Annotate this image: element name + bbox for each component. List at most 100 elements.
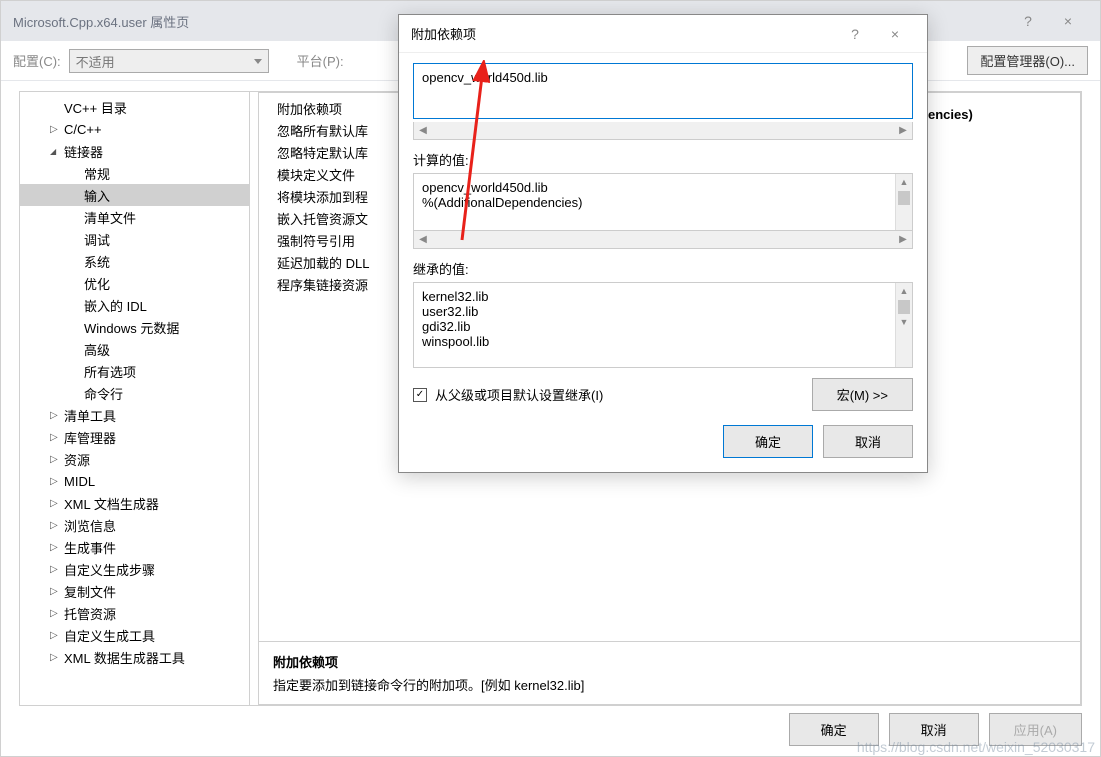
tree-arrow-icon[interactable] bbox=[50, 652, 62, 663]
tree-item[interactable]: 命令行 bbox=[20, 382, 249, 404]
modal-titlebar: 附加依赖项 ? × bbox=[399, 15, 927, 53]
truncated-text-peek: encies) bbox=[928, 107, 973, 122]
tree-item-label: 调试 bbox=[84, 230, 110, 249]
description-box: 附加依赖项 指定要添加到链接命令行的附加项。[例如 kernel32.lib] bbox=[259, 641, 1080, 704]
tree-arrow-icon[interactable] bbox=[50, 432, 62, 443]
vscroll-icon[interactable]: ▲ bbox=[895, 174, 912, 230]
tree-item[interactable]: 浏览信息 bbox=[20, 514, 249, 536]
parent-close-button[interactable]: × bbox=[1048, 1, 1088, 41]
tree-item[interactable]: 输入 bbox=[20, 184, 249, 206]
tree-item-label: Windows 元数据 bbox=[84, 318, 179, 337]
tree-item[interactable]: 清单文件 bbox=[20, 206, 249, 228]
tree-item[interactable]: 托管资源 bbox=[20, 602, 249, 624]
modal-cancel-button[interactable]: 取消 bbox=[823, 425, 913, 458]
tree-item-label: VC++ 目录 bbox=[64, 98, 127, 117]
additional-deps-dialog: 附加依赖项 ? × ◀▶ 计算的值: opencv_world450d.lib%… bbox=[398, 14, 928, 473]
inherit-checkbox[interactable]: ✓ bbox=[413, 388, 427, 402]
horiz-scrollbar-2[interactable]: ◀▶ bbox=[413, 231, 913, 249]
tree-item[interactable]: 链接器 bbox=[20, 140, 249, 162]
parent-title: Microsoft.Cpp.x64.user 属性页 bbox=[13, 12, 189, 31]
tree-arrow-icon[interactable] bbox=[50, 454, 62, 465]
tree-item-label: 系统 bbox=[84, 252, 110, 271]
tree-arrow-icon[interactable] bbox=[50, 410, 62, 421]
computed-line: %(AdditionalDependencies) bbox=[422, 195, 904, 210]
tree-item-label: 托管资源 bbox=[64, 604, 116, 623]
tree-item-label: 命令行 bbox=[84, 384, 123, 403]
tree-panel[interactable]: VC++ 目录 C/C++ 链接器常规输入清单文件调试系统优化嵌入的 IDL Wind… bbox=[20, 92, 250, 705]
tree-item[interactable]: 资源 bbox=[20, 448, 249, 470]
inherited-line: winspool.lib bbox=[422, 334, 904, 349]
tree-arrow-icon[interactable] bbox=[50, 630, 62, 641]
tree-item[interactable]: 常规 bbox=[20, 162, 249, 184]
tree-arrow-icon[interactable] bbox=[50, 498, 62, 509]
tree-arrow-icon[interactable] bbox=[50, 520, 62, 531]
inherited-line: gdi32.lib bbox=[422, 319, 904, 334]
tree-item-label: 常规 bbox=[84, 164, 110, 183]
tree-item[interactable]: 所有选项 bbox=[20, 360, 249, 382]
modal-body: ◀▶ 计算的值: opencv_world450d.lib%(Additiona… bbox=[399, 53, 927, 472]
tree-item-label: XML 文档生成器 bbox=[64, 494, 159, 513]
desc-title: 附加依赖项 bbox=[273, 652, 1066, 671]
tree-item-label: 资源 bbox=[64, 450, 90, 469]
watermark: https://blog.csdn.net/weixin_52030317 bbox=[857, 739, 1095, 755]
tree-item-label: C/C++ bbox=[64, 122, 102, 137]
tree-arrow-icon[interactable] bbox=[50, 586, 62, 597]
computed-label: 计算的值: bbox=[413, 150, 913, 169]
config-manager-button[interactable]: 配置管理器(O)... bbox=[967, 46, 1088, 75]
computed-listbox: opencv_world450d.lib%(AdditionalDependen… bbox=[413, 173, 913, 231]
tree-item-label: 优化 bbox=[84, 274, 110, 293]
tree-arrow-icon[interactable] bbox=[50, 476, 62, 487]
tree-item-label: 清单文件 bbox=[84, 208, 136, 227]
tree-item[interactable]: XML 数据生成器工具 bbox=[20, 646, 249, 668]
tree-item[interactable]: 复制文件 bbox=[20, 580, 249, 602]
inherited-label: 继承的值: bbox=[413, 259, 913, 278]
inherit-checkbox-label: 从父级或项目默认设置继承(I) bbox=[435, 385, 603, 404]
deps-input[interactable] bbox=[413, 63, 913, 119]
tree-item-label: 复制文件 bbox=[64, 582, 116, 601]
tree-arrow-icon[interactable] bbox=[50, 542, 62, 553]
desc-text: 指定要添加到链接命令行的附加项。[例如 kernel32.lib] bbox=[273, 675, 1066, 694]
modal-buttons: 确定 取消 bbox=[413, 425, 913, 458]
tree-item-label: 嵌入的 IDL bbox=[84, 296, 147, 315]
modal-close-button[interactable]: × bbox=[875, 14, 915, 54]
tree-item[interactable]: MIDL bbox=[20, 470, 249, 492]
tree-item-label: 清单工具 bbox=[64, 406, 116, 425]
modal-ok-button[interactable]: 确定 bbox=[723, 425, 813, 458]
tree-item[interactable]: 自定义生成步骤 bbox=[20, 558, 249, 580]
inherited-listbox: kernel32.libuser32.libgdi32.libwinspool.… bbox=[413, 282, 913, 368]
tree-item[interactable]: VC++ 目录 bbox=[20, 96, 249, 118]
tree-item[interactable]: 自定义生成工具 bbox=[20, 624, 249, 646]
parent-help-button[interactable]: ? bbox=[1008, 1, 1048, 41]
tree-item[interactable]: 优化 bbox=[20, 272, 249, 294]
vscroll-icon[interactable]: ▲▼ bbox=[895, 283, 912, 367]
tree-arrow-icon[interactable] bbox=[50, 124, 62, 135]
tree-item[interactable]: 生成事件 bbox=[20, 536, 249, 558]
tree-item-label: 高级 bbox=[84, 340, 110, 359]
tree-item[interactable]: 系统 bbox=[20, 250, 249, 272]
tree-item[interactable]: 清单工具 bbox=[20, 404, 249, 426]
horiz-scrollbar[interactable]: ◀▶ bbox=[413, 122, 913, 140]
tree-item-label: 输入 bbox=[84, 186, 110, 205]
tree-item[interactable]: C/C++ bbox=[20, 118, 249, 140]
tree-arrow-icon[interactable] bbox=[50, 564, 62, 575]
tree-item-label: 所有选项 bbox=[84, 362, 136, 381]
tree-item[interactable]: 调试 bbox=[20, 228, 249, 250]
computed-line: opencv_world450d.lib bbox=[422, 180, 904, 195]
modal-help-button[interactable]: ? bbox=[835, 14, 875, 54]
tree-item[interactable]: XML 文档生成器 bbox=[20, 492, 249, 514]
macro-button[interactable]: 宏(M) >> bbox=[812, 378, 913, 411]
tree-item[interactable]: 嵌入的 IDL bbox=[20, 294, 249, 316]
tree-item-label: 生成事件 bbox=[64, 538, 116, 557]
tree-item[interactable]: Windows 元数据 bbox=[20, 316, 249, 338]
tree-item-label: 自定义生成工具 bbox=[64, 626, 155, 645]
config-label: 配置(C): bbox=[13, 51, 61, 70]
inherited-line: kernel32.lib bbox=[422, 289, 904, 304]
inherit-row: ✓ 从父级或项目默认设置继承(I) 宏(M) >> bbox=[413, 378, 913, 411]
tree-arrow-icon[interactable] bbox=[50, 608, 62, 619]
tree-item-label: MIDL bbox=[64, 474, 95, 489]
tree-item-label: XML 数据生成器工具 bbox=[64, 648, 185, 667]
config-combo[interactable]: 不适用 bbox=[69, 49, 269, 73]
tree-item[interactable]: 库管理器 bbox=[20, 426, 249, 448]
tree-arrow-icon[interactable] bbox=[50, 146, 62, 157]
tree-item[interactable]: 高级 bbox=[20, 338, 249, 360]
